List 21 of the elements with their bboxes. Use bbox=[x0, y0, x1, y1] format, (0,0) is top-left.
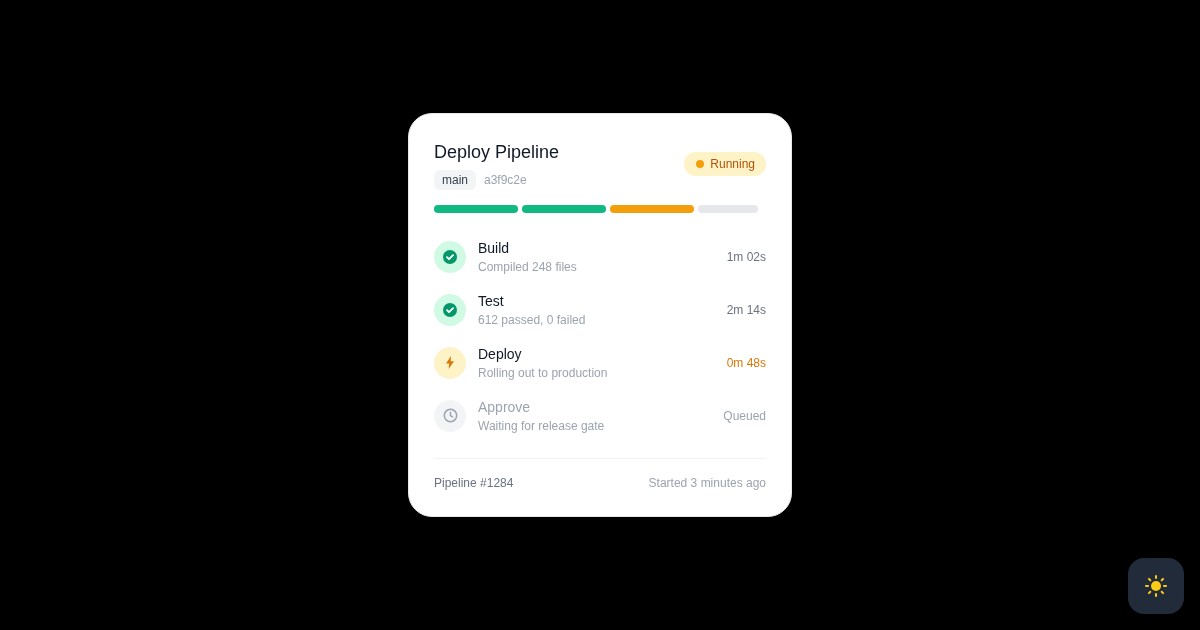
sun-icon bbox=[1145, 575, 1167, 597]
theme-toggle-button[interactable] bbox=[1128, 558, 1184, 614]
status-dot-icon bbox=[696, 160, 705, 168]
step-duration: 2m 14s bbox=[726, 301, 766, 318]
step-name: Test bbox=[478, 292, 505, 311]
started-time: Started 3 minutes ago bbox=[648, 475, 766, 491]
step-duration: 1m 02s bbox=[726, 248, 766, 265]
step-detail: Rolling out to production bbox=[478, 365, 609, 381]
status-badge: Running bbox=[684, 152, 766, 176]
step-detail: 612 passed, 0 failed bbox=[478, 312, 587, 328]
commit-hash: a3f9c2e bbox=[484, 172, 527, 188]
step-detail: Waiting for release gate bbox=[478, 418, 606, 434]
step-detail: Compiled 248 files bbox=[478, 259, 578, 275]
step-duration: Queued bbox=[723, 407, 766, 424]
pipeline-number: Pipeline #1284 bbox=[434, 475, 514, 491]
step-name: Approve bbox=[478, 398, 532, 417]
step-name: Build bbox=[478, 239, 511, 258]
card-title: Deploy Pipeline bbox=[434, 141, 560, 164]
branch-tag: main bbox=[434, 170, 476, 190]
step-duration: 0m 48s bbox=[726, 354, 766, 371]
step-name: Deploy bbox=[478, 345, 523, 364]
